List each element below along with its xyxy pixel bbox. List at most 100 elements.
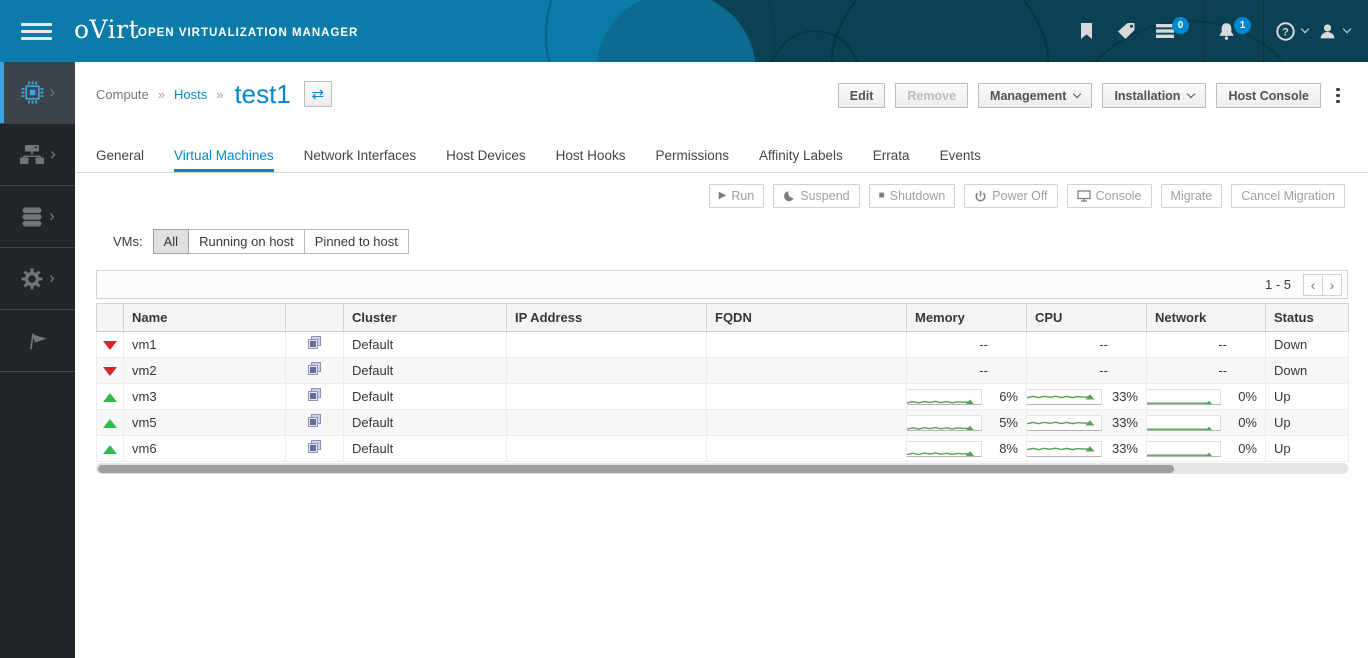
migrate-button[interactable]: Migrate bbox=[1161, 184, 1223, 208]
column-header-icon[interactable] bbox=[97, 304, 124, 332]
vm-cpu-cell: 33% bbox=[1027, 384, 1147, 410]
column-header-cluster[interactable]: Cluster bbox=[344, 304, 507, 332]
user-icon bbox=[1318, 22, 1337, 41]
vm-fqdn bbox=[707, 332, 907, 358]
vm-status: Up bbox=[1266, 384, 1349, 410]
network-usage-sparkline bbox=[1147, 415, 1222, 431]
installation-dropdown-button[interactable]: Installation bbox=[1102, 83, 1206, 108]
breadcrumb-compute[interactable]: Compute bbox=[96, 87, 149, 102]
column-header-network[interactable]: Network bbox=[1147, 304, 1266, 332]
user-menu[interactable] bbox=[1318, 0, 1350, 62]
chevron-down-icon bbox=[1187, 90, 1195, 98]
power-off-button[interactable]: Power Off bbox=[964, 184, 1057, 208]
next-page-button[interactable]: › bbox=[1322, 274, 1342, 296]
breadcrumb-hosts-link[interactable]: Hosts bbox=[174, 87, 207, 102]
column-header-cpu[interactable]: CPU bbox=[1027, 304, 1147, 332]
tab-general[interactable]: General bbox=[96, 140, 144, 172]
tag-icon[interactable] bbox=[1116, 0, 1137, 62]
tab-affinity-labels[interactable]: Affinity Labels bbox=[759, 140, 843, 172]
filter-all-button[interactable]: All bbox=[153, 229, 189, 254]
vm-ip-address bbox=[507, 410, 707, 436]
vm-cpu-cell: 33% bbox=[1027, 410, 1147, 436]
management-dropdown-button[interactable]: Management bbox=[978, 83, 1092, 108]
entity-switcher-button[interactable]: ⇄ bbox=[304, 81, 332, 107]
edit-button[interactable]: Edit bbox=[838, 83, 886, 108]
notifications-bell-icon[interactable] bbox=[1217, 0, 1236, 62]
chevron-right-icon: › bbox=[49, 207, 55, 224]
notifications-count-badge: 1 bbox=[1234, 17, 1251, 34]
chevron-down-icon bbox=[1301, 25, 1309, 33]
sidebar-item-storage[interactable]: › bbox=[0, 186, 75, 248]
vm-cpu-cell: -- bbox=[1027, 332, 1147, 358]
moon-icon bbox=[783, 190, 795, 202]
ovirt-logo: oVirt bbox=[74, 15, 139, 44]
monitor-icon bbox=[1077, 190, 1091, 202]
sidebar-item-events[interactable] bbox=[0, 310, 75, 372]
run-button[interactable]: ▶Run bbox=[709, 184, 765, 208]
stop-icon: ■ bbox=[879, 191, 885, 201]
console-button[interactable]: Console bbox=[1067, 184, 1152, 208]
vm-grid: 1 - 5 ‹ › Name ClusterIP AddressFQDNMemor… bbox=[96, 270, 1348, 474]
filter-running-on-host-button[interactable]: Running on host bbox=[188, 229, 305, 254]
vm-table-row[interactable]: vm3 Default 6% 33% 0% Up bbox=[97, 384, 1349, 410]
administration-gear-icon bbox=[20, 267, 44, 291]
tab-host-hooks[interactable]: Host Hooks bbox=[556, 140, 626, 172]
sidebar-item-administration[interactable]: › bbox=[0, 248, 75, 310]
vm-monitor-icon bbox=[307, 364, 322, 379]
tasks-icon[interactable] bbox=[1156, 0, 1174, 62]
vm-memory-cell: 5% bbox=[907, 410, 1027, 436]
menu-toggle-icon[interactable] bbox=[21, 23, 52, 40]
storage-icon bbox=[20, 205, 44, 229]
vm-fqdn bbox=[707, 436, 907, 462]
vm-up-arrow-icon bbox=[103, 393, 117, 402]
column-header-ip-address[interactable]: IP Address bbox=[507, 304, 707, 332]
column-header-status[interactable]: Status bbox=[1266, 304, 1349, 332]
tab-events[interactable]: Events bbox=[940, 140, 981, 172]
vm-table-row[interactable]: vm6 Default 8% 33% 0% Up bbox=[97, 436, 1349, 462]
suspend-button[interactable]: Suspend bbox=[773, 184, 859, 208]
filter-pinned-to-host-button[interactable]: Pinned to host bbox=[304, 229, 409, 254]
sidebar-item-compute[interactable]: › bbox=[0, 62, 75, 124]
vm-filter-group: AllRunning on hostPinned to host bbox=[153, 229, 409, 254]
sidebar-item-network[interactable]: › bbox=[0, 124, 75, 186]
vm-network-cell: 0% bbox=[1147, 384, 1266, 410]
cpu-usage-sparkline bbox=[1027, 441, 1103, 457]
vm-fqdn bbox=[707, 410, 907, 436]
kebab-menu-icon[interactable] bbox=[1331, 83, 1345, 108]
vm-table-row[interactable]: vm1 Default -- -- -- Down bbox=[97, 332, 1349, 358]
shutdown-button[interactable]: ■Shutdown bbox=[869, 184, 956, 208]
vm-name: vm6 bbox=[124, 436, 286, 462]
vm-table-row[interactable]: vm5 Default 5% 33% 0% Up bbox=[97, 410, 1349, 436]
bookmark-icon[interactable] bbox=[1080, 0, 1093, 62]
masthead: oVirt OPEN VIRTUALIZATION MANAGER 0 1 ? bbox=[0, 0, 1368, 62]
vertical-nav-sidebar: › › › › bbox=[0, 62, 75, 658]
vm-network-cell: -- bbox=[1147, 332, 1266, 358]
horizontal-scrollbar-track[interactable] bbox=[96, 463, 1348, 474]
page-title: test1 bbox=[234, 79, 290, 110]
remove-button[interactable]: Remove bbox=[895, 83, 968, 108]
main-content: Compute » Hosts » test1 ⇄ Edit Remove Ma… bbox=[75, 62, 1368, 658]
vm-table-header-row: Name ClusterIP AddressFQDNMemoryCPUNetwor… bbox=[97, 304, 1349, 332]
vm-ip-address bbox=[507, 384, 707, 410]
horizontal-scrollbar-thumb[interactable] bbox=[98, 465, 1174, 473]
tab-errata[interactable]: Errata bbox=[873, 140, 910, 172]
host-console-button[interactable]: Host Console bbox=[1216, 83, 1321, 108]
column-header-icon[interactable] bbox=[286, 304, 344, 332]
help-menu[interactable]: ? bbox=[1276, 0, 1308, 62]
tab-permissions[interactable]: Permissions bbox=[655, 140, 729, 172]
vm-table-row[interactable]: vm2 Default -- -- -- Down bbox=[97, 358, 1349, 384]
vm-status: Down bbox=[1266, 332, 1349, 358]
cancel-migration-button[interactable]: Cancel Migration bbox=[1231, 184, 1345, 208]
tab-network-interfaces[interactable]: Network Interfaces bbox=[304, 140, 417, 172]
tab-host-devices[interactable]: Host Devices bbox=[446, 140, 526, 172]
vm-ip-address bbox=[507, 332, 707, 358]
previous-page-button[interactable]: ‹ bbox=[1303, 274, 1323, 296]
vm-status: Down bbox=[1266, 358, 1349, 384]
column-header-memory[interactable]: Memory bbox=[907, 304, 1027, 332]
pagination-range: 1 - 5 bbox=[1265, 277, 1291, 292]
power-icon bbox=[974, 190, 987, 203]
tab-virtual-machines[interactable]: Virtual Machines bbox=[174, 140, 274, 172]
memory-usage-sparkline bbox=[907, 389, 983, 405]
column-header-name[interactable]: Name bbox=[124, 304, 286, 332]
column-header-fqdn[interactable]: FQDN bbox=[707, 304, 907, 332]
